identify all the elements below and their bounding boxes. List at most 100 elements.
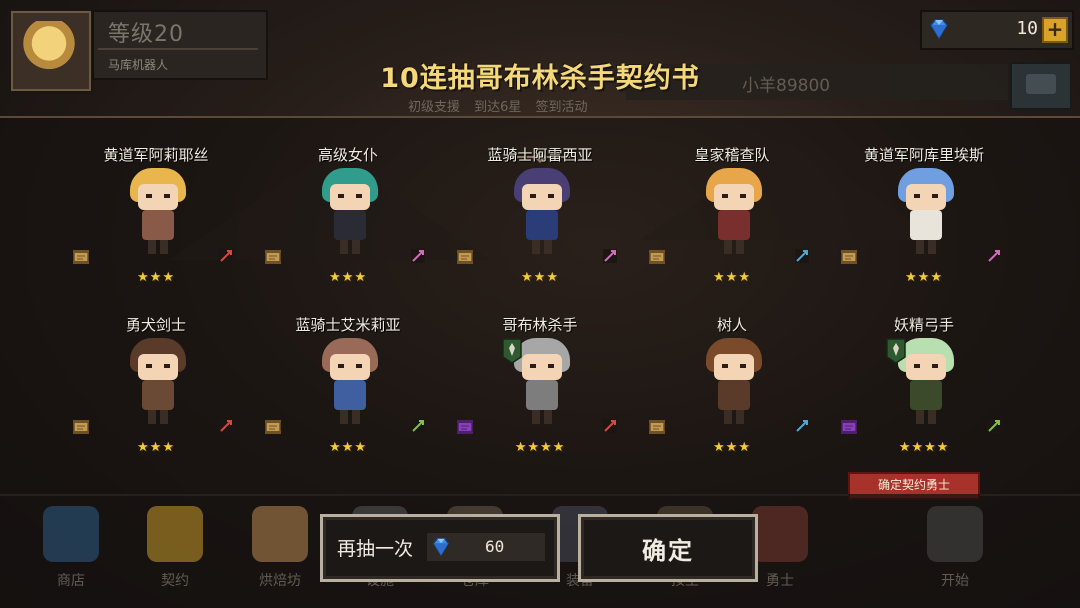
hero-legs: [724, 240, 744, 254]
shield-icon: [795, 419, 809, 433]
hero-sprite: [894, 168, 958, 258]
nav-icon: [147, 506, 203, 562]
hero-name: 树人: [716, 316, 747, 334]
hero-body: [718, 210, 750, 240]
new-hero-badge-icon: [502, 338, 522, 364]
bow-icon: [987, 419, 1001, 433]
hero-name: 勇犬剑士: [125, 316, 186, 334]
hero-body: [142, 380, 174, 410]
hero-body: [334, 210, 366, 240]
add-gems-button[interactable]: +: [1042, 17, 1068, 43]
hero-legs: [532, 410, 552, 424]
draw-again-label: 再抽一次: [337, 538, 414, 560]
hero-eyes: [146, 194, 170, 198]
contract-scroll-icon: [649, 250, 665, 264]
hero-name: 黄道军阿莉耶丝: [103, 146, 209, 164]
hero-result-card[interactable]: 皇家稽查队 ★★★: [642, 144, 822, 309]
hero-stars: ★★★: [329, 440, 367, 455]
sword-icon: [603, 419, 617, 433]
hero-eyes: [914, 364, 938, 368]
hero-result-card[interactable]: 哥布林杀手 ★★★★: [450, 314, 630, 479]
bow-icon: [411, 419, 425, 433]
hero-stars: ★★★: [329, 270, 367, 285]
hero-legs: [340, 410, 360, 424]
gem-count: 10: [1016, 18, 1038, 39]
hero-result-card[interactable]: 高级女仆 ★★★: [258, 144, 438, 309]
hero-body: [718, 380, 750, 410]
hero-body: [526, 380, 558, 410]
hero-legs: [532, 240, 552, 254]
diamond-icon: [432, 538, 450, 557]
hero-eyes: [530, 194, 554, 198]
hero-sprite: [318, 168, 382, 258]
hero-legs: [916, 240, 936, 254]
hero-legs: [916, 410, 936, 424]
confirm-label: 确定: [642, 537, 694, 565]
hero-legs: [148, 240, 168, 254]
hero-name: 蓝骑士阿雷西亚: [487, 146, 593, 164]
nav-item[interactable]: 契约: [140, 570, 210, 590]
hero-sprite: [126, 338, 190, 428]
hero-eyes: [146, 364, 170, 368]
hero-stars: ★★★: [905, 270, 943, 285]
hero-legs: [340, 240, 360, 254]
hero-eyes: [722, 194, 746, 198]
player-level: 等级20: [108, 22, 184, 47]
nav-icon: [752, 506, 808, 562]
hero-eyes: [914, 194, 938, 198]
confirm-button[interactable]: 确定: [578, 514, 758, 582]
hero-body: [910, 380, 942, 410]
hero-eyes: [530, 364, 554, 368]
hero-stars: ★★★: [521, 270, 559, 285]
hero-eyes: [338, 364, 362, 368]
hero-body: [910, 210, 942, 240]
hero-name: 哥布林杀手: [502, 316, 578, 334]
hero-stars: ★★★: [713, 440, 751, 455]
hero-body: [142, 210, 174, 240]
contract-scroll-icon: [457, 250, 473, 264]
hero-stars: ★★★★: [514, 440, 566, 455]
draw-cost-value: 60: [485, 537, 505, 556]
nav-icon: [927, 506, 983, 562]
sword-icon: [219, 419, 233, 433]
nav-item[interactable]: 烘焙坊: [245, 570, 315, 590]
hero-legs: [724, 410, 744, 424]
page-title: 10连抽哥布林杀手契约书: [380, 63, 700, 94]
background-tabs: 初级支援 到达6星 签到活动: [408, 100, 588, 115]
hero-result-card[interactable]: 黄道军阿库里埃斯 ★★★: [834, 144, 1014, 309]
hero-sprite: [510, 168, 574, 258]
hero-eyes: [338, 194, 362, 198]
draw-again-button[interactable]: 再抽一次 60: [320, 514, 560, 582]
new-hero-badge-icon: [886, 338, 906, 364]
hero-name: 皇家稽查队: [694, 146, 770, 164]
draw-cost: 60: [427, 533, 545, 561]
hero-result-card[interactable]: 树人 ★★★: [642, 314, 822, 479]
exp-bar: [98, 48, 258, 50]
contract-scroll-icon: [457, 420, 473, 434]
hero-name: 蓝骑士艾米莉亚: [295, 316, 401, 334]
contract-scroll-icon: [265, 250, 281, 264]
nav-item[interactable]: 商店: [36, 570, 106, 590]
contract-scroll-icon: [73, 420, 89, 434]
staff-icon: [987, 249, 1001, 263]
hero-stars: ★★★: [137, 440, 175, 455]
staff-icon: [603, 249, 617, 263]
hero-legs: [148, 410, 168, 424]
hero-name: 黄道军阿库里埃斯: [863, 146, 984, 164]
contract-scroll-icon: [841, 250, 857, 264]
hero-eyes: [722, 364, 746, 368]
hero-result-card[interactable]: 黄道军阿莉耶丝 ★★★: [66, 144, 246, 309]
hero-stars: ★★★: [137, 270, 175, 285]
hero-result-card[interactable]: 妖精弓手 ★★★★: [834, 314, 1014, 479]
nav-item[interactable]: 开始: [920, 570, 990, 590]
contract-scroll-icon: [73, 250, 89, 264]
contract-scroll-icon: [649, 420, 665, 434]
hero-result-card[interactable]: 蓝骑士艾米莉亚 ★★★: [258, 314, 438, 479]
sword-icon: [219, 249, 233, 263]
shield-icon: [795, 249, 809, 263]
hero-sprite: [702, 338, 766, 428]
hero-result-card[interactable]: 蓝骑士阿雷西亚 ★★★: [450, 144, 630, 309]
hero-result-card[interactable]: 勇犬剑士 ★★★: [66, 314, 246, 479]
hero-stars: ★★★★: [898, 440, 950, 455]
nav-icon: [252, 506, 308, 562]
